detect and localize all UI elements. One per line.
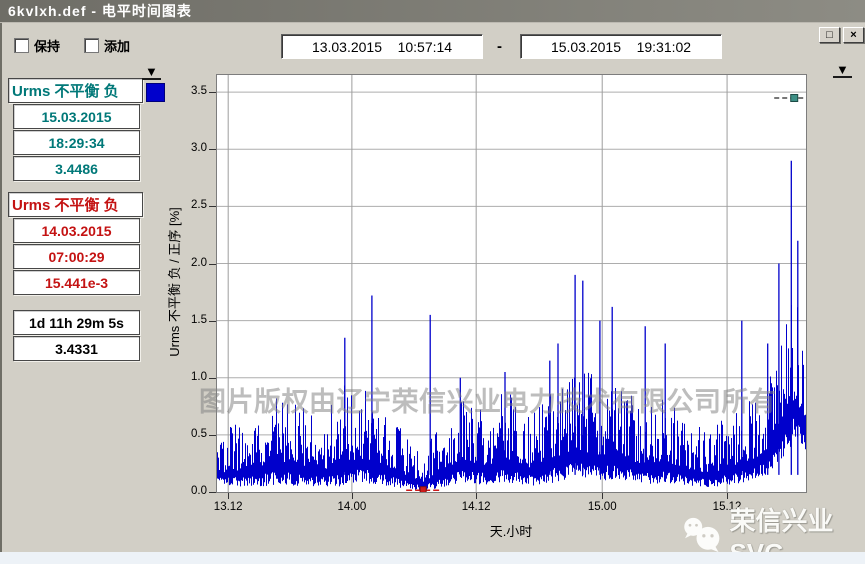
max-date-field[interactable]: 15.03.2015 — [13, 104, 140, 129]
y-tick-label: 1.5 — [173, 314, 207, 326]
copyright-watermark: 图片版权由辽宁荣信兴业电力技术有限公司所有 — [199, 380, 799, 419]
y-tick-mark — [209, 321, 216, 322]
chart-options-dropdown-icon[interactable]: ▼ — [833, 64, 852, 78]
add-checkbox-group[interactable]: 添加 — [84, 36, 130, 55]
max-series-name: Urms 不平衡 负 — [8, 78, 143, 103]
series-dropdown-icon[interactable]: ▼ — [142, 66, 161, 80]
x-tick-label: 15.00 — [580, 501, 624, 513]
series-color-swatch[interactable] — [146, 83, 165, 102]
add-checkbox-label: 添加 — [104, 36, 130, 55]
range-start-field[interactable]: 13.03.2015 10:57:14 — [281, 34, 483, 59]
window-title: 6kvlxh.def - 电平时间图表 — [8, 1, 192, 21]
x-tick-mark — [602, 493, 603, 499]
maximize-button[interactable]: □ — [819, 27, 840, 43]
app-window: 6kvlxh.def - 电平时间图表 □ × 保持 添加 13.03.2015… — [0, 0, 865, 564]
close-button[interactable]: × — [843, 27, 864, 43]
max-value-field[interactable]: 3.4486 — [13, 156, 140, 181]
min-value-field[interactable]: 15.441e-3 — [13, 270, 140, 295]
y-tick-mark — [209, 206, 216, 207]
span-duration-field[interactable]: 1d 11h 29m 5s — [13, 310, 140, 335]
y-tick-label: 2.0 — [173, 257, 207, 269]
x-axis-title: 天.小时 — [478, 521, 544, 540]
title-bar[interactable]: 6kvlxh.def - 电平时间图表 — [0, 0, 865, 23]
min-date-field[interactable]: 14.03.2015 — [13, 218, 140, 243]
y-tick-mark — [209, 435, 216, 436]
y-tick-mark — [209, 92, 216, 93]
x-tick-mark — [352, 493, 353, 499]
y-tick-label: 2.5 — [173, 199, 207, 211]
min-series-name: Urms 不平衡 负 — [8, 192, 143, 217]
min-time-field[interactable]: 07:00:29 — [13, 244, 140, 269]
x-tick-label: 14.12 — [454, 501, 498, 513]
range-separator: - — [497, 38, 502, 55]
x-tick-mark — [476, 493, 477, 499]
window-left-border — [0, 23, 2, 552]
y-tick-label: 0.5 — [173, 428, 207, 440]
y-tick-mark — [209, 492, 216, 493]
y-tick-mark — [209, 149, 216, 150]
x-tick-label: 14.00 — [330, 501, 374, 513]
max-time-field[interactable]: 18:29:34 — [13, 130, 140, 155]
chart-plot-area[interactable] — [216, 74, 807, 493]
range-end-field[interactable]: 15.03.2015 19:31:02 — [520, 34, 722, 59]
x-tick-mark — [228, 493, 229, 499]
bottom-edge-strip — [0, 552, 865, 564]
hold-checkbox-group[interactable]: 保持 — [14, 36, 60, 55]
waveform-chart — [217, 75, 806, 492]
y-tick-mark — [209, 264, 216, 265]
hold-checkbox-label: 保持 — [34, 36, 60, 55]
y-tick-label: 3.5 — [173, 85, 207, 97]
add-checkbox[interactable] — [84, 38, 99, 53]
y-tick-label: 3.0 — [173, 142, 207, 154]
x-tick-label: 13.12 — [206, 501, 250, 513]
y-tick-label: 0.0 — [173, 485, 207, 497]
span-value-field[interactable]: 3.4331 — [13, 336, 140, 361]
x-tick-mark — [727, 493, 728, 499]
y-tick-mark — [209, 378, 216, 379]
hold-checkbox[interactable] — [14, 38, 29, 53]
